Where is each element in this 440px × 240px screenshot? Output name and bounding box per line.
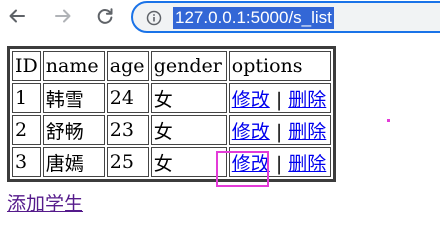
cell-options: 修改 | 删除 — [228, 83, 331, 113]
cell-options: 修改 | 删除 — [228, 115, 331, 145]
annotation-dot — [387, 119, 390, 122]
table-row: 1 韩雪 24 女 修改 | 删除 — [12, 83, 331, 113]
edit-link[interactable]: 修改 — [232, 89, 270, 111]
add-student-link[interactable]: 添加学生 — [7, 189, 83, 216]
option-separator: | — [275, 152, 283, 175]
cell-age: 23 — [106, 115, 149, 145]
delete-link[interactable]: 删除 — [288, 89, 326, 111]
cell-id: 1 — [12, 83, 41, 113]
header-name: name — [42, 51, 105, 81]
cell-age: 24 — [106, 83, 149, 113]
back-button[interactable] — [4, 3, 30, 29]
cell-id: 2 — [12, 115, 41, 145]
arrow-left-icon — [9, 9, 25, 23]
delete-link[interactable]: 删除 — [288, 121, 326, 143]
arrow-right-icon — [55, 9, 71, 23]
cell-name: 舒畅 — [42, 115, 105, 145]
edit-link[interactable]: 修改 — [232, 121, 270, 143]
cell-name: 唐嫣 — [42, 147, 105, 177]
cell-options: 修改 | 删除 — [228, 147, 331, 177]
info-circle-icon — [146, 10, 162, 26]
cell-id: 3 — [12, 147, 41, 177]
student-table: ID name age gender options 1 韩雪 24 女 修改 … — [7, 46, 336, 182]
option-separator: | — [275, 88, 283, 111]
reload-icon — [97, 8, 113, 24]
cell-name: 韩雪 — [42, 83, 105, 113]
header-age: age — [106, 51, 149, 81]
reload-button[interactable] — [92, 3, 118, 29]
delete-link[interactable]: 删除 — [288, 153, 326, 175]
browser-toolbar: 127.0.0.1:5000/s_list — [0, 0, 440, 34]
cell-age: 25 — [106, 147, 149, 177]
option-separator: | — [275, 120, 283, 143]
cell-gender: 女 — [150, 115, 227, 145]
cell-gender: 女 — [150, 83, 227, 113]
header-options: options — [228, 51, 331, 81]
table-row: 3 唐嫣 25 女 修改 | 删除 — [12, 147, 331, 177]
edit-link[interactable]: 修改 — [232, 153, 270, 175]
table-row: 2 舒畅 23 女 修改 | 删除 — [12, 115, 331, 145]
address-bar[interactable]: 127.0.0.1:5000/s_list — [131, 1, 440, 33]
url-text[interactable]: 127.0.0.1:5000/s_list — [173, 7, 334, 29]
forward-button[interactable] — [50, 3, 76, 29]
header-gender: gender — [150, 51, 227, 81]
table-header-row: ID name age gender options — [12, 51, 331, 81]
cell-gender: 女 — [150, 147, 227, 177]
site-info-button[interactable] — [145, 9, 163, 27]
header-id: ID — [12, 51, 41, 81]
